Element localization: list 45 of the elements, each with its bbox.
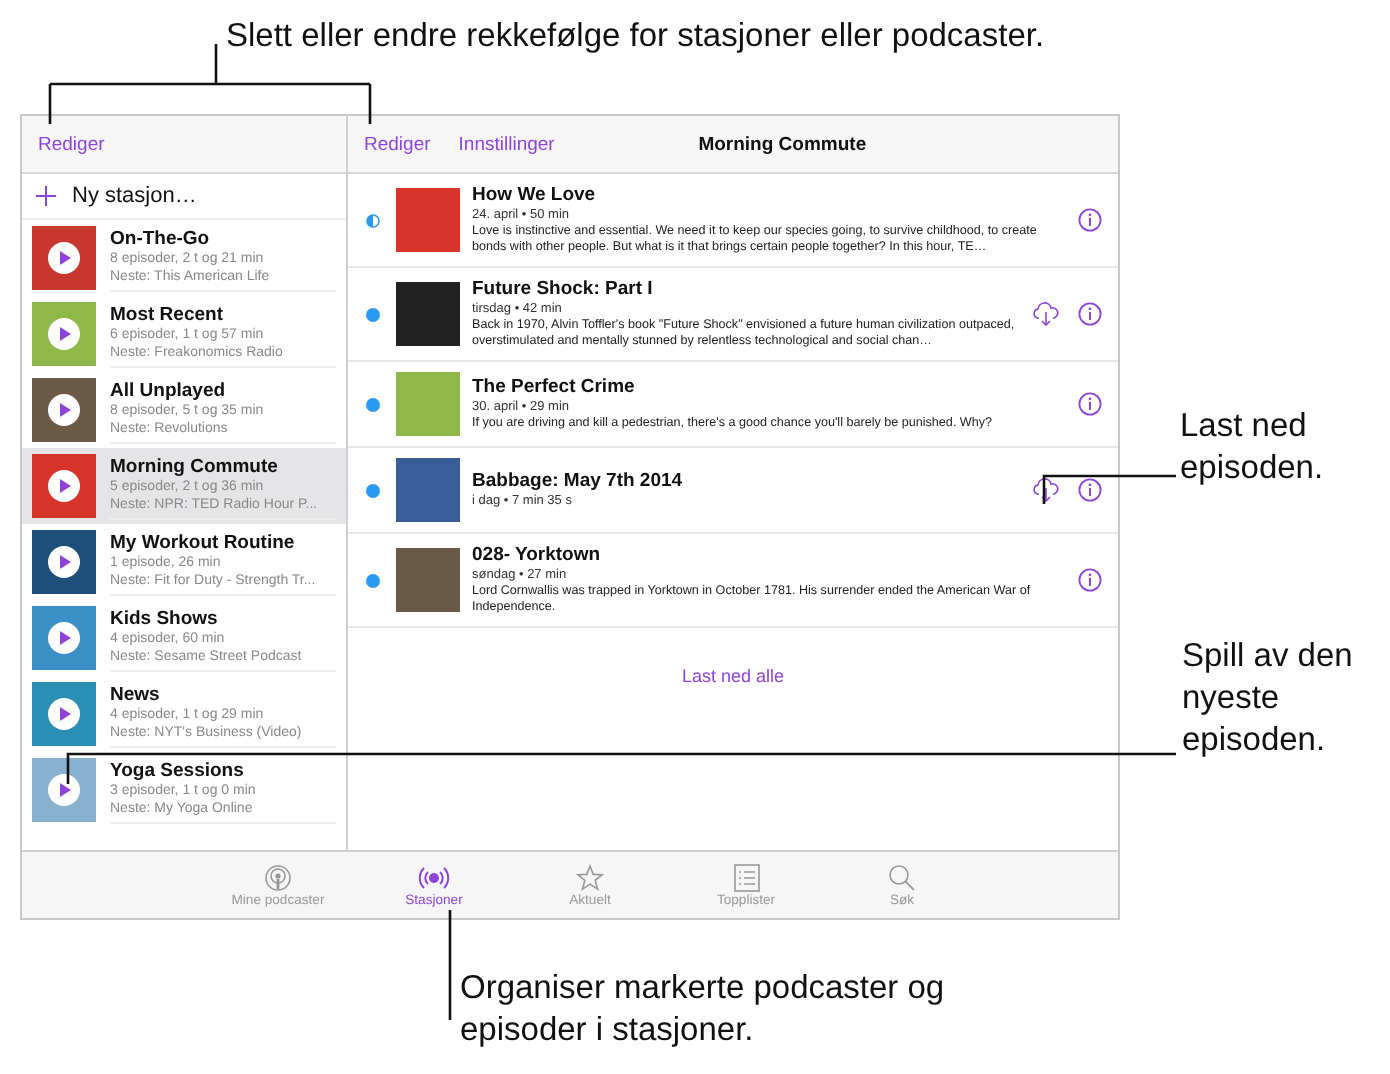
download-all-button[interactable]: Last ned alle — [669, 664, 797, 688]
podcast-icon — [264, 863, 292, 891]
station-title: Morning Commute — [696, 133, 869, 155]
search-icon — [888, 863, 916, 891]
info-icon[interactable] — [1078, 208, 1102, 232]
info-icon[interactable] — [1078, 568, 1102, 592]
episode-title: The Perfect Crime — [472, 376, 637, 398]
new-station-button[interactable]: Ny stasjon… — [22, 174, 346, 220]
play-icon[interactable] — [48, 470, 80, 502]
play-icon[interactable] — [48, 698, 80, 730]
station-title: All Unplayed — [110, 380, 228, 402]
callout-text: Organiser markerte podcaster og episoder i stasjoner. — [460, 968, 947, 1052]
play-icon[interactable] — [48, 394, 80, 426]
edit-button[interactable]: Rediger — [364, 133, 431, 155]
play-icon[interactable] — [48, 242, 80, 274]
station-title: News — [110, 684, 162, 706]
station-broadcast-icon — [418, 863, 450, 891]
play-icon[interactable] — [48, 318, 80, 350]
episode-title: 028- Yorktown — [472, 544, 603, 566]
play-icon[interactable] — [48, 546, 80, 578]
callout-text: Last ned episoden. — [1180, 406, 1326, 490]
settings-button[interactable]: Innstillinger — [458, 133, 555, 155]
callout-text: Slett eller endre rekkefølge for stasjoner eller podcaster. — [226, 16, 1045, 58]
info-icon[interactable] — [1078, 302, 1102, 326]
plus-icon — [36, 186, 56, 206]
info-icon[interactable] — [1078, 392, 1102, 416]
station-title: Morning Commute — [110, 456, 280, 478]
info-icon[interactable] — [1078, 478, 1102, 502]
callout-text: Spill av den nyeste episoden. — [1182, 636, 1355, 762]
station-title: On-The-Go — [110, 228, 212, 250]
play-icon[interactable] — [48, 622, 80, 654]
leader-line — [1042, 474, 1176, 504]
star-icon — [576, 863, 604, 891]
download-cloud-icon[interactable] — [1032, 478, 1060, 502]
episode-title: How We Love — [472, 184, 598, 206]
station-title: Most Recent — [110, 304, 225, 326]
episode-title: Future Shock: Part I — [472, 278, 655, 300]
station-title: Yoga Sessions — [110, 760, 246, 782]
station-title: Kids Shows — [110, 608, 220, 630]
station-title: My Workout Routine — [110, 532, 297, 554]
play-icon[interactable] — [48, 774, 80, 806]
edit-button[interactable]: Rediger — [38, 133, 105, 155]
episode-title: Babbage: May 7th 2014 — [472, 470, 685, 492]
leader-line — [448, 910, 452, 1020]
list-icon — [733, 863, 759, 891]
